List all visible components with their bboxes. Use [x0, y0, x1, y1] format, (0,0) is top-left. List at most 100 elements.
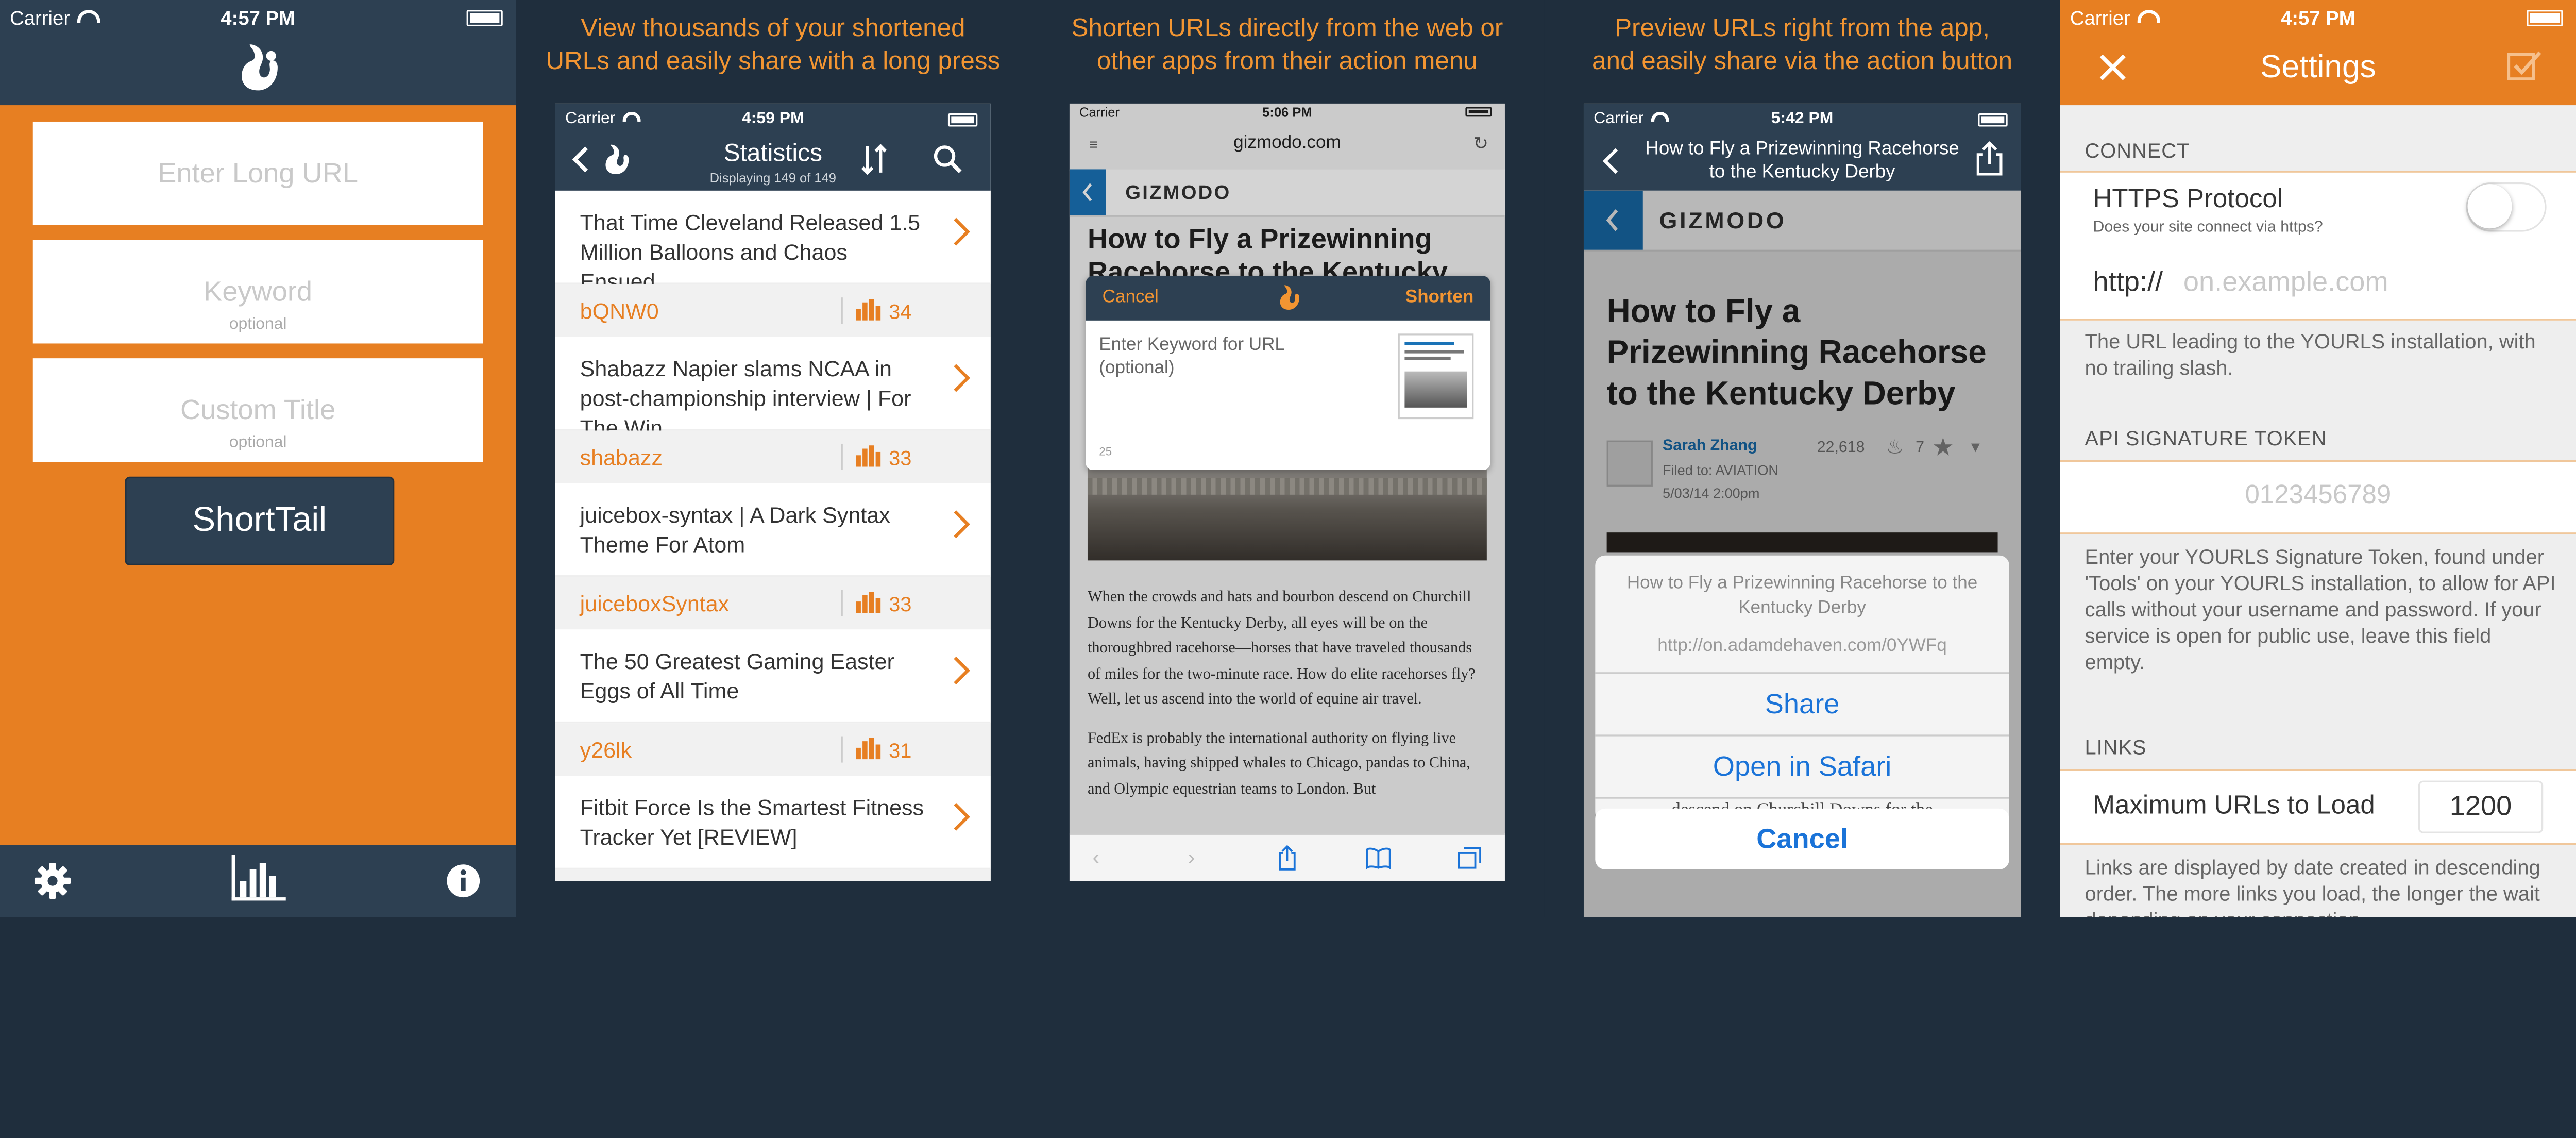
- list-item-meta: y26lk 31: [555, 723, 991, 776]
- max-urls-input[interactable]: 1200: [2418, 780, 2544, 833]
- caption-line-1: View thousands of your shortened: [581, 14, 965, 43]
- bar-chart-icon[interactable]: [227, 855, 286, 904]
- cancel-button[interactable]: Cancel: [1595, 808, 2009, 869]
- clock: 4:59 PM: [742, 110, 804, 128]
- bookmarks-icon[interactable]: [1365, 846, 1392, 869]
- battery-icon: [466, 10, 503, 27]
- list-item-meta: bQNW0 34: [555, 284, 991, 337]
- open-in-safari-button[interactable]: Open in Safari: [1595, 737, 2009, 799]
- chevron-right-icon: [942, 364, 970, 392]
- character-count: 25: [1099, 447, 1112, 459]
- save-checkmark-icon[interactable]: [2507, 49, 2543, 82]
- divider: [841, 590, 843, 616]
- tab-bar: [0, 845, 516, 917]
- browser-toolbar: ‹ ›: [1069, 833, 1505, 881]
- domain-input[interactable]: on.example.com: [2183, 266, 2388, 299]
- click-count: 34: [889, 300, 912, 324]
- caption: View thousands of your shortened URLs an…: [516, 13, 1030, 79]
- preview-panel: Preview URLs right from the app, and eas…: [1544, 0, 2060, 917]
- max-urls-label: Maximum URLs to Load: [2093, 792, 2375, 821]
- clock: 5:42 PM: [1771, 110, 1834, 128]
- connect-footer: The URL leading to the YOURLS installati…: [2084, 330, 2536, 380]
- https-toggle[interactable]: [2466, 182, 2547, 232]
- caption: Shorten URLs directly from the web or ot…: [1030, 13, 1544, 79]
- token-input[interactable]: 0123456789: [2060, 481, 2576, 511]
- link-title: The 50 Greatest Gaming Easter Eggs of Al…: [580, 649, 894, 704]
- caption-line-2: other apps from their action menu: [1096, 47, 1478, 76]
- token-footer: Enter your YOURLS Signature Token, found…: [2084, 545, 2556, 674]
- bar-chart-icon: [856, 299, 881, 321]
- custom-title-input[interactable]: Custom Title optional: [32, 358, 483, 462]
- list-item[interactable]: juicebox-syntax | A Dark Syntax Theme Fo…: [555, 483, 991, 577]
- section-header-token: API SIGNATURE TOKEN: [2084, 427, 2327, 450]
- header-bar: Carrier 4:57 PM: [0, 0, 516, 106]
- gear-icon[interactable]: [33, 861, 73, 901]
- bar-chart-icon: [856, 591, 881, 613]
- nav-bar: Carrier 4:59 PM Statistics Displaying 14…: [555, 103, 991, 191]
- preview-screen: Carrier 5:42 PM How to Fly a Prizewinnin…: [1583, 103, 2021, 917]
- links-footer: Links are displayed by date created in d…: [2084, 856, 2540, 917]
- link-keyword: shabazz: [580, 445, 663, 470]
- thumbnail-text-line: [1404, 350, 1464, 354]
- toggle-knob: [2467, 184, 2512, 229]
- status-bar: Carrier 4:57 PM: [0, 0, 516, 33]
- share-button[interactable]: Share: [1595, 674, 2009, 737]
- sheet-cancel-button[interactable]: Cancel: [1103, 288, 1159, 307]
- caption-line-2: URLs and easily share with a long press: [546, 47, 1001, 76]
- shorttail-button[interactable]: ShortTail: [125, 476, 395, 565]
- share-icon[interactable]: [1975, 141, 2004, 177]
- share-extension-panel: Shorten URLs directly from the web or ot…: [1030, 0, 1545, 917]
- bar-chart-icon: [856, 445, 881, 467]
- domain-row: http:// on.example.com: [2060, 243, 2576, 321]
- link-title: Fitbit Force Is the Smartest Fitness Tra…: [580, 795, 924, 850]
- status-bar: Carrier 5:42 PM: [1584, 104, 2021, 137]
- section-header-links: LINKS: [2084, 736, 2147, 760]
- chevron-right-icon: [942, 656, 970, 685]
- click-count: 33: [889, 593, 912, 616]
- back-icon[interactable]: ‹: [1093, 845, 1100, 869]
- nav-subtitle: Displaying 149 of 149: [709, 171, 836, 186]
- list-item[interactable]: That Time Cleveland Released 1.5 Million…: [555, 190, 991, 294]
- list-item-meta: shabazz 33: [555, 430, 991, 483]
- back-chevron-icon[interactable]: [1600, 146, 1620, 176]
- action-sheet: How to Fly a Prizewinning Racehorse to t…: [1595, 555, 2009, 822]
- sort-icon[interactable]: [861, 143, 887, 176]
- token-row: 0123456789: [2060, 460, 2576, 534]
- click-count: 33: [889, 447, 912, 470]
- divider: [841, 297, 843, 324]
- sheet-shorten-button[interactable]: Shorten: [1405, 288, 1474, 307]
- https-label: HTTPS Protocol: [2093, 186, 2283, 214]
- thumbnail-heading-line: [1404, 342, 1454, 345]
- nav-title: Statistics: [723, 140, 822, 168]
- action-sheet-url: http://on.adamdehaven.com/0YWFq: [1595, 621, 2009, 674]
- squirrel-logo-icon: [241, 44, 278, 91]
- list-item[interactable]: Fitbit Force Is the Smartest Fitness Tra…: [555, 776, 991, 869]
- forward-icon[interactable]: ›: [1188, 845, 1195, 869]
- battery-icon: [1978, 113, 2008, 127]
- screenshot-collage: Carrier 4:57 PM Enter Long URL Keyword o…: [0, 0, 2576, 917]
- nav-title: How to Fly a Prizewinning Racehorse to t…: [1645, 140, 1959, 182]
- chevron-right-icon: [942, 510, 970, 539]
- list-item-meta: [555, 869, 991, 881]
- https-hint: Does your site connect via https?: [2093, 219, 2323, 237]
- chevron-right-icon: [942, 217, 970, 246]
- share-icon[interactable]: [1277, 845, 1298, 871]
- squirrel-logo-icon: [1280, 285, 1300, 310]
- list-item[interactable]: Shabazz Napier slams NCAA in post-champi…: [555, 337, 991, 441]
- info-icon[interactable]: [444, 861, 483, 901]
- tabs-icon[interactable]: [1457, 846, 1482, 869]
- bar-chart-icon: [856, 738, 881, 760]
- link-keyword: y26lk: [580, 738, 632, 763]
- keyword-input[interactable]: Keyword optional: [32, 240, 483, 344]
- long-url-placeholder: Enter Long URL: [158, 158, 359, 189]
- list-item[interactable]: The 50 Greatest Gaming Easter Eggs of Al…: [555, 629, 991, 724]
- battery-icon: [947, 113, 978, 127]
- search-icon[interactable]: [933, 145, 962, 174]
- long-url-input[interactable]: Enter Long URL: [32, 121, 483, 225]
- keyword-textarea[interactable]: Enter Keyword for URL (optional): [1099, 333, 1362, 379]
- statistics-panel: View thousands of your shortened URLs an…: [516, 0, 1030, 917]
- nav-bar: Carrier 5:42 PM How to Fly a Prizewinnin…: [1583, 103, 2021, 191]
- caption-line-1: Shorten URLs directly from the web or: [1071, 14, 1503, 43]
- thumbnail-photo: [1404, 371, 1467, 408]
- sheet-header: Cancel Shorten: [1086, 276, 1490, 321]
